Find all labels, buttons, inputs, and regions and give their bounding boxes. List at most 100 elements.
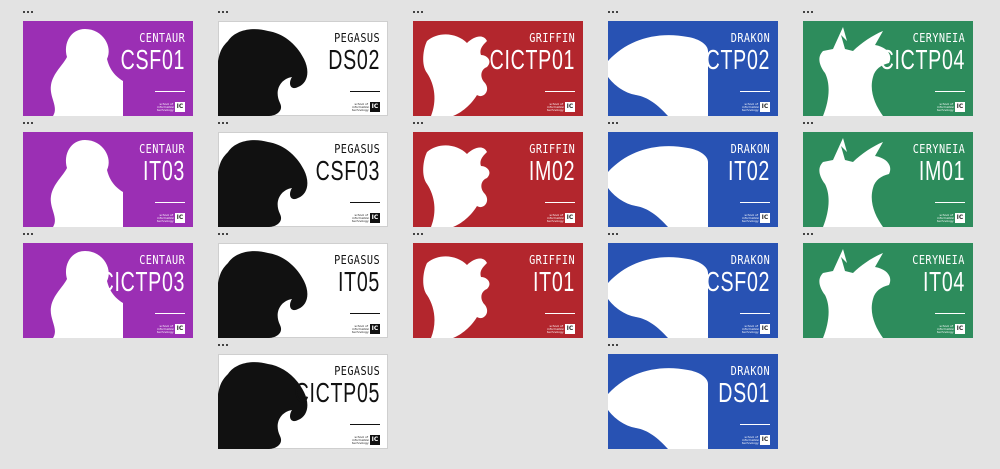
drag-handle[interactable] — [23, 122, 35, 126]
drag-handle[interactable] — [803, 122, 815, 126]
drag-handle[interactable] — [413, 122, 425, 126]
section-code: CICTP02 — [684, 44, 770, 75]
section-code: CSF02 — [705, 266, 770, 297]
section-code: IT01 — [532, 266, 575, 297]
drag-handle[interactable] — [608, 233, 620, 237]
drag-handle[interactable] — [608, 122, 620, 126]
school-logo: school of information technology IC — [155, 323, 185, 335]
drag-handle[interactable] — [803, 233, 815, 237]
card-label: PEGASUS IT05 — [320, 253, 380, 297]
section-card[interactable]: CENTAUR CICTP03 school of information tech… — [23, 243, 193, 338]
divider — [350, 91, 380, 92]
section-card[interactable]: GRIFFIN CICTP01 school of information tech… — [413, 21, 583, 116]
section-name: DRAKON — [730, 142, 770, 156]
school-logo: school of information technology IC — [740, 212, 770, 224]
divider — [155, 313, 185, 314]
section-card[interactable]: DRAKON CICTP02 school of information techn… — [608, 21, 778, 116]
section-card[interactable]: DRAKON CSF02 school of information technol… — [608, 243, 778, 338]
divider — [545, 202, 575, 203]
section-code: IT05 — [337, 266, 380, 297]
school-logo: school of information technology IC — [350, 434, 380, 446]
divider — [350, 202, 380, 203]
school-logo-text: school of information technology — [742, 101, 760, 112]
section-card[interactable]: CERYNEIA CICTP04 school of information tec… — [803, 21, 973, 116]
horse-silhouette-icon — [218, 29, 308, 116]
card-label: CENTAUR CICTP03 — [63, 253, 185, 297]
school-logo-mark: IC — [565, 324, 575, 334]
section-code: CICTP04 — [879, 44, 965, 75]
school-logo: school of information technology IC — [545, 212, 575, 224]
card-label: CENTAUR CSF01 — [93, 31, 185, 75]
section-card[interactable]: DRAKON IT02 school of information technolo… — [608, 132, 778, 227]
section-card[interactable]: GRIFFIN IT01 school of information technol… — [413, 243, 583, 338]
drag-handle[interactable] — [23, 233, 35, 237]
school-logo: school of information technology IC — [155, 212, 185, 224]
divider — [350, 424, 380, 425]
drag-handle[interactable] — [218, 122, 230, 126]
section-card[interactable]: CENTAUR IT03 school of information technol… — [23, 132, 193, 227]
drag-handle[interactable] — [218, 233, 230, 237]
school-logo: school of information technology IC — [545, 323, 575, 335]
school-logo-text: school of information technology — [937, 323, 955, 334]
divider — [935, 202, 965, 203]
school-logo-text: school of information technology — [352, 101, 370, 112]
section-code: CSF03 — [315, 155, 380, 186]
section-name: PEGASUS — [334, 253, 380, 267]
divider — [740, 424, 770, 425]
school-logo-text: school of information technology — [742, 434, 760, 445]
section-name: PEGASUS — [334, 142, 380, 156]
school-logo: school of information technology IC — [350, 323, 380, 335]
divider — [740, 91, 770, 92]
school-logo: school of information technology IC — [545, 101, 575, 113]
drag-handle[interactable] — [413, 11, 425, 15]
school-logo: school of information technology IC — [155, 101, 185, 113]
school-logo-text: school of information technology — [742, 212, 760, 223]
section-name: CERYNEIA — [912, 253, 965, 267]
school-logo-text: school of information technology — [742, 323, 760, 334]
school-logo-mark: IC — [175, 324, 185, 334]
card-label: PEGASUS CSF03 — [288, 142, 380, 186]
school-logo-mark: IC — [760, 324, 770, 334]
school-logo-mark: IC — [370, 102, 380, 112]
card-label: PEGASUS DS02 — [306, 31, 380, 75]
divider — [155, 202, 185, 203]
section-code: IM02 — [528, 155, 575, 186]
drag-handle[interactable] — [413, 233, 425, 237]
section-card[interactable]: DRAKON DS01 school of information technolo… — [608, 354, 778, 449]
school-logo-mark: IC — [955, 213, 965, 223]
section-name: DRAKON — [730, 364, 770, 378]
drag-handle[interactable] — [803, 11, 815, 15]
drag-handle[interactable] — [608, 344, 620, 348]
section-card[interactable]: CENTAUR CSF01 school of information techno… — [23, 21, 193, 116]
section-card[interactable]: PEGASUS CICTP05 school of information tech… — [218, 354, 388, 449]
school-logo-text: school of information technology — [352, 212, 370, 223]
school-logo-text: school of information technology — [157, 212, 175, 223]
section-code: CSF01 — [120, 44, 185, 75]
school-logo-mark: IC — [370, 324, 380, 334]
card-label: DRAKON CSF02 — [678, 253, 770, 297]
section-card[interactable]: PEGASUS DS02 school of information technol… — [218, 21, 388, 116]
drag-handle[interactable] — [218, 11, 230, 15]
section-name: DRAKON — [730, 31, 770, 45]
school-logo: school of information technology IC — [350, 212, 380, 224]
drag-handle[interactable] — [608, 11, 620, 15]
section-card[interactable]: GRIFFIN IM02 school of information technol… — [413, 132, 583, 227]
section-name: CERYNEIA — [912, 31, 965, 45]
drag-handle[interactable] — [23, 11, 35, 15]
card-label: DRAKON DS01 — [696, 364, 770, 408]
drag-handle[interactable] — [218, 344, 230, 348]
school-logo: school of information technology IC — [350, 101, 380, 113]
section-name: CENTAUR — [139, 253, 185, 267]
divider — [935, 313, 965, 314]
divider — [740, 202, 770, 203]
card-label: DRAKON CICTP02 — [648, 31, 770, 75]
section-card[interactable]: CERYNEIA IT04 school of information techno… — [803, 243, 973, 338]
card-label: CERYNEIA IM01 — [899, 142, 965, 186]
section-card[interactable]: CERYNEIA IM01 school of information techno… — [803, 132, 973, 227]
section-code: IT04 — [922, 266, 965, 297]
school-logo-text: school of information technology — [547, 323, 565, 334]
section-card[interactable]: PEGASUS CSF03 school of information techno… — [218, 132, 388, 227]
card-label: GRIFFIN IM02 — [509, 142, 575, 186]
deer-silhouette-icon — [819, 138, 891, 227]
section-card[interactable]: PEGASUS IT05 school of information technol… — [218, 243, 388, 338]
